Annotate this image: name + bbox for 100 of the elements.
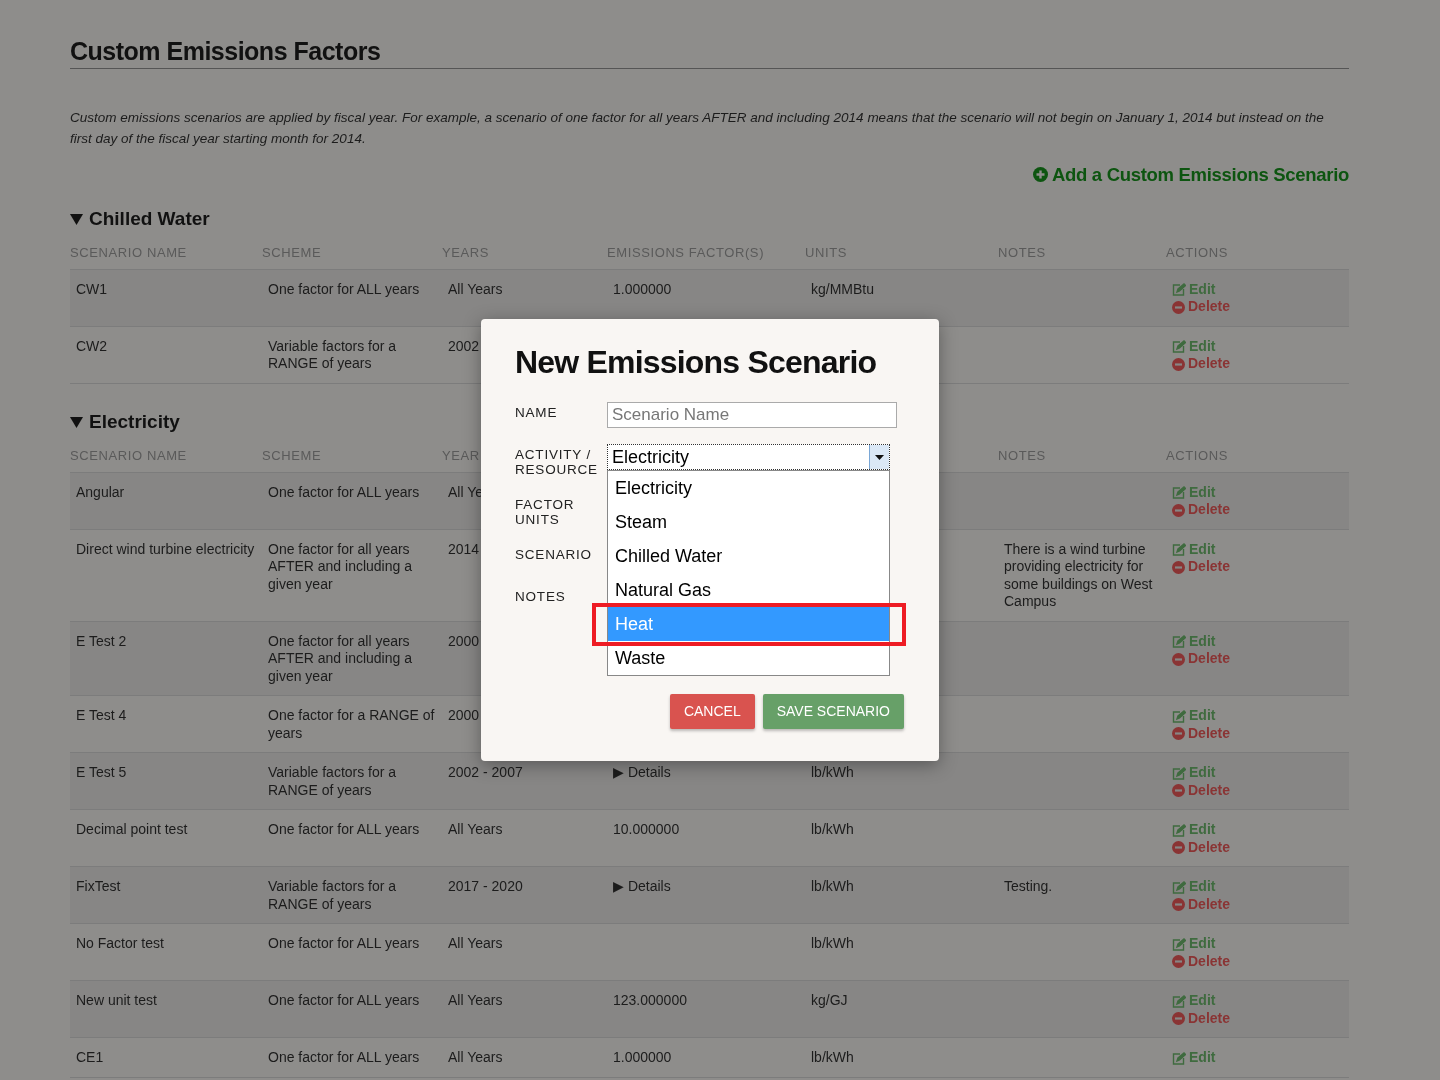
delete-link[interactable]: Delete <box>1172 952 1343 971</box>
minus-circle-icon <box>1172 898 1185 911</box>
dropdown-option[interactable]: Natural Gas <box>608 573 889 607</box>
edit-link[interactable]: Edit <box>1172 1049 1343 1067</box>
edit-link[interactable]: Edit <box>1172 337 1343 356</box>
years-cell: 2002 - 2007 <box>448 764 523 781</box>
notes-cell: There is a wind turbine providing electricity for some buildings on West Campus <box>1004 540 1153 610</box>
scheme-cell: One factor for all years AFTER and including a given year <box>268 632 412 684</box>
edit-link[interactable]: Edit <box>1172 878 1343 896</box>
scheme-cell: One factor for ALL years <box>268 935 420 952</box>
caret-icon[interactable] <box>70 415 83 429</box>
dropdown-option[interactable]: Chilled Water <box>608 539 889 573</box>
dialog-title: New Emissions Scenario <box>515 343 878 382</box>
years-cell: 2000 <box>448 707 480 724</box>
edit-link[interactable]: Edit <box>1172 632 1343 651</box>
add-scenario-link[interactable]: Add a Custom Emissions Scenario <box>1032 161 1349 189</box>
delete-link[interactable]: Delete <box>1172 1009 1343 1028</box>
cancel-button[interactable]: CANCEL <box>669 694 755 729</box>
factor-cell: 1.000000 <box>613 1049 672 1066</box>
field-label: NAME <box>515 404 559 422</box>
delete-link[interactable]: Delete <box>1172 724 1343 743</box>
activity-select[interactable]: Electricity <box>607 444 890 470</box>
field-label: SCENARIO <box>515 546 593 564</box>
field-label: FACTOR UNITS <box>515 496 576 529</box>
years-cell: All Years <box>448 821 503 838</box>
minus-circle-icon <box>1172 841 1185 854</box>
minus-circle-icon <box>1172 300 1185 314</box>
edit-icon <box>1172 709 1186 723</box>
dropdown-option[interactable]: Electricity <box>608 471 889 505</box>
edit-icon <box>1172 635 1186 648</box>
minus-circle-icon <box>1172 955 1185 968</box>
delete-link[interactable]: Delete <box>1172 895 1343 914</box>
edit-icon <box>1172 937 1186 951</box>
minus-circle-icon <box>1172 560 1185 574</box>
edit-link[interactable]: Edit <box>1172 540 1343 559</box>
units-cell: lb/kWh <box>811 935 854 952</box>
scheme-cell: One factor for ALL years <box>268 483 420 500</box>
years-cell: 2000 <box>448 632 480 649</box>
factor-cell: 123.000000 <box>613 992 687 1009</box>
page-title: Custom Emissions Factors <box>70 36 1349 69</box>
scheme-cell: One factor for ALL years <box>268 992 420 1009</box>
edit-link[interactable]: Edit <box>1172 821 1343 839</box>
dropdown-option[interactable]: Steam <box>608 505 889 539</box>
delete-link[interactable]: Delete <box>1172 650 1343 668</box>
minus-circle-icon <box>1172 1012 1185 1025</box>
delete-link[interactable]: Delete <box>1172 558 1343 576</box>
delete-link[interactable]: Delete <box>1172 298 1343 316</box>
edit-link[interactable]: Edit <box>1172 483 1343 502</box>
edit-link[interactable]: Edit <box>1172 707 1343 725</box>
factor-cell: 1.000000 <box>613 280 672 297</box>
scenario-name-cell: E Test 4 <box>76 707 127 724</box>
delete-link[interactable]: Delete <box>1172 781 1343 800</box>
edit-link[interactable]: Edit <box>1172 935 1343 953</box>
plus-circle-icon <box>1032 167 1048 183</box>
scenario-name-cell: CW2 <box>76 337 108 354</box>
years-cell: All Years <box>448 992 503 1009</box>
scheme-cell: One factor for all years AFTER and including a given year <box>268 540 412 592</box>
section-title[interactable]: Chilled Water <box>89 204 210 234</box>
units-cell: kg/GJ <box>811 992 848 1009</box>
edit-icon <box>1172 283 1186 296</box>
years-cell: All Years <box>448 935 503 952</box>
scheme-cell: One factor for ALL years <box>268 821 420 838</box>
scenario-name-cell: CE1 <box>76 1049 104 1066</box>
minus-circle-icon <box>1172 652 1185 666</box>
years-cell: 2017 - 2020 <box>448 878 523 895</box>
scenario-name-cell: E Test 5 <box>76 764 127 781</box>
units-cell: kg/MMBtu <box>811 280 874 297</box>
units-cell: lb/kWh <box>811 878 854 895</box>
years-cell: 2002 <box>448 337 480 354</box>
edit-icon <box>1172 994 1186 1008</box>
scenario-name-cell: E Test 2 <box>76 632 127 649</box>
edit-link[interactable]: Edit <box>1172 764 1343 782</box>
caret-icon[interactable] <box>70 212 83 226</box>
scenario-name-cell: Angular <box>76 483 125 500</box>
edit-link[interactable]: Edit <box>1172 280 1343 299</box>
scenario-name-cell: New unit test <box>76 992 157 1009</box>
edit-link[interactable]: Edit <box>1172 992 1343 1010</box>
field-label: ACTIVITY / RESOURCE <box>515 446 599 479</box>
factor-cell: ▶ Details <box>613 878 671 895</box>
years-cell: All Years <box>448 280 503 297</box>
units-cell: lb/kWh <box>811 764 854 781</box>
delete-link[interactable]: Delete <box>1172 838 1343 857</box>
scheme-cell: One factor for a RANGE of years <box>268 707 435 741</box>
scenario-name-cell: Direct wind turbine electricity <box>76 540 255 557</box>
edit-icon <box>1172 1051 1186 1065</box>
dropdown-option[interactable]: Waste <box>608 641 889 675</box>
dropdown-arrow-icon <box>875 454 884 460</box>
delete-link[interactable]: Delete <box>1172 501 1343 519</box>
section-title[interactable]: Electricity <box>89 407 180 437</box>
save-button[interactable]: SAVE SCENARIO <box>762 694 904 729</box>
delete-link[interactable]: Delete <box>1172 355 1343 373</box>
years-cell: All Years <box>448 1049 503 1066</box>
dropdown-option[interactable]: Heat <box>608 607 889 641</box>
scheme-cell: One factor for ALL years <box>268 280 420 297</box>
notes-cell: Testing. <box>1004 878 1053 895</box>
edit-icon <box>1172 486 1186 499</box>
intro-text: Custom emissions scenarios are applied by fiscal year. For example, a scenario of one factor for all years AFTER and including 2014 means that the scenario will not begin on January 1, 2014 but instead on the first day of the fiscal year starting month for 2014. <box>70 109 1325 148</box>
scheme-cell: One factor for ALL years <box>268 1049 420 1066</box>
units-cell: lb/kWh <box>811 1049 854 1066</box>
name-input[interactable]: Scenario Name <box>607 402 897 428</box>
